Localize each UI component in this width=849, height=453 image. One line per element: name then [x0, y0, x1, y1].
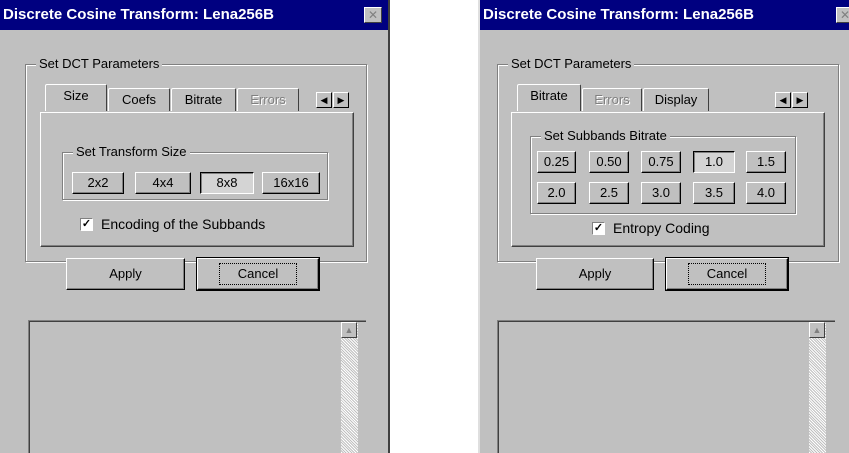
tab-coefs[interactable]: Coefs — [108, 88, 170, 111]
button-label: 4x4 — [152, 175, 174, 190]
arrow-right-icon: ▶ — [796, 95, 804, 105]
bitrate-0-25-button[interactable]: 0.25 — [537, 151, 576, 173]
check-icon: ✓ — [593, 222, 604, 234]
tab-label: Bitrate — [184, 92, 223, 107]
bitrate-2-0-button[interactable]: 2.0 — [537, 182, 576, 204]
vertical-scrollbar[interactable] — [341, 322, 358, 453]
button-label: Apply — [109, 266, 142, 281]
output-listbox[interactable] — [497, 320, 835, 453]
button-label: 2.0 — [547, 185, 566, 200]
tab-bitrate[interactable]: Bitrate — [171, 88, 236, 111]
size-2x2-button[interactable]: 2x2 — [72, 172, 124, 194]
window-title: Discrete Cosine Transform: Lena256B — [3, 6, 274, 23]
close-button[interactable]: ✕ — [836, 7, 849, 23]
button-label: 3.0 — [651, 185, 671, 200]
bitrate-1-0-button[interactable]: 1.0 — [693, 151, 735, 173]
tab-bitrate[interactable]: Bitrate — [517, 84, 581, 111]
check-icon: ✓ — [81, 218, 92, 230]
button-label: Cancel — [687, 263, 767, 285]
tab-scroll-right-button[interactable]: ▶ — [792, 92, 808, 108]
tab-errors[interactable]: Errors — [237, 88, 299, 111]
cancel-button[interactable]: Cancel — [196, 257, 320, 291]
title-bar[interactable]: Discrete Cosine Transform: Lena256B ✕ — [0, 0, 388, 30]
button-label: 1.5 — [756, 154, 776, 169]
button-label: 16x16 — [273, 175, 309, 190]
encoding-subbands-checkbox[interactable]: ✓ — [80, 218, 93, 231]
bitrate-2-5-button[interactable]: 2.5 — [589, 182, 629, 204]
output-listbox[interactable] — [28, 320, 366, 453]
close-button[interactable]: ✕ — [364, 7, 382, 23]
bitrate-3-5-button[interactable]: 3.5 — [693, 182, 735, 204]
entropy-coding-checkbox[interactable]: ✓ — [592, 222, 605, 235]
bitrate-3-0-button[interactable]: 3.0 — [641, 182, 681, 204]
encoding-subbands-label: Encoding of the Subbands — [101, 216, 266, 232]
title-bar[interactable]: Discrete Cosine Transform: Lena256B ✕ — [480, 0, 849, 30]
tab-scroll-right-button[interactable]: ▶ — [333, 92, 349, 108]
button-label: 2.5 — [599, 185, 619, 200]
arrow-left-icon: ◀ — [779, 95, 787, 105]
arrow-right-icon: ▶ — [337, 95, 345, 105]
arrow-up-icon: ▲ — [812, 325, 822, 335]
dct-window-left: Discrete Cosine Transform: Lena256B ✕ Se… — [0, 0, 390, 453]
apply-button[interactable]: Apply — [66, 258, 185, 290]
tab-display[interactable]: Display — [643, 88, 709, 111]
tab-label: Errors — [250, 92, 286, 107]
tab-label: Display — [654, 92, 698, 107]
tab-label: Errors — [594, 92, 630, 107]
size-8x8-button[interactable]: 8x8 — [200, 172, 254, 194]
tab-label: Coefs — [122, 92, 156, 107]
tab-label: Size — [63, 88, 89, 103]
close-icon: ✕ — [840, 8, 849, 22]
button-label: 0.25 — [543, 154, 570, 169]
button-label: 3.5 — [704, 185, 724, 200]
dct-window-right: Discrete Cosine Transform: Lena256B ✕ Se… — [478, 0, 849, 453]
group-label: Set DCT Parameters — [36, 56, 163, 71]
size-4x4-button[interactable]: 4x4 — [135, 172, 191, 194]
button-label: Apply — [578, 266, 612, 281]
button-label: 0.75 — [648, 154, 674, 169]
scroll-up-button[interactable]: ▲ — [809, 322, 825, 338]
bitrate-1-5-button[interactable]: 1.5 — [746, 151, 786, 173]
arrow-up-icon: ▲ — [344, 325, 354, 335]
tab-scroll-left-button[interactable]: ◀ — [775, 92, 791, 108]
bitrate-0-75-button[interactable]: 0.75 — [641, 151, 681, 173]
scroll-up-button[interactable]: ▲ — [341, 322, 357, 338]
button-label: 0.50 — [596, 154, 622, 169]
size-16x16-button[interactable]: 16x16 — [262, 172, 320, 194]
group-label: Set DCT Parameters — [508, 56, 635, 71]
group-label: Set Subbands Bitrate — [541, 128, 670, 143]
bitrate-0-50-button[interactable]: 0.50 — [589, 151, 629, 173]
group-label: Set Transform Size — [73, 144, 190, 159]
button-label: Cancel — [218, 263, 298, 285]
tab-errors[interactable]: Errors — [582, 88, 642, 111]
tab-scroll-left-button[interactable]: ◀ — [316, 92, 332, 108]
bitrate-4-0-button[interactable]: 4.0 — [746, 182, 786, 204]
tab-label: Bitrate — [530, 88, 568, 103]
cancel-button[interactable]: Cancel — [665, 257, 789, 291]
tab-size[interactable]: Size — [45, 84, 107, 111]
arrow-left-icon: ◀ — [320, 95, 328, 105]
button-label: 1.0 — [704, 154, 724, 169]
button-label: 2x2 — [87, 175, 109, 190]
button-label: 4.0 — [756, 185, 776, 200]
close-icon: ✕ — [367, 8, 379, 22]
apply-button[interactable]: Apply — [536, 258, 654, 290]
button-label: 8x8 — [216, 175, 238, 190]
window-title: Discrete Cosine Transform: Lena256B — [483, 6, 754, 23]
vertical-scrollbar[interactable] — [809, 322, 826, 453]
entropy-coding-label: Entropy Coding — [613, 220, 710, 236]
